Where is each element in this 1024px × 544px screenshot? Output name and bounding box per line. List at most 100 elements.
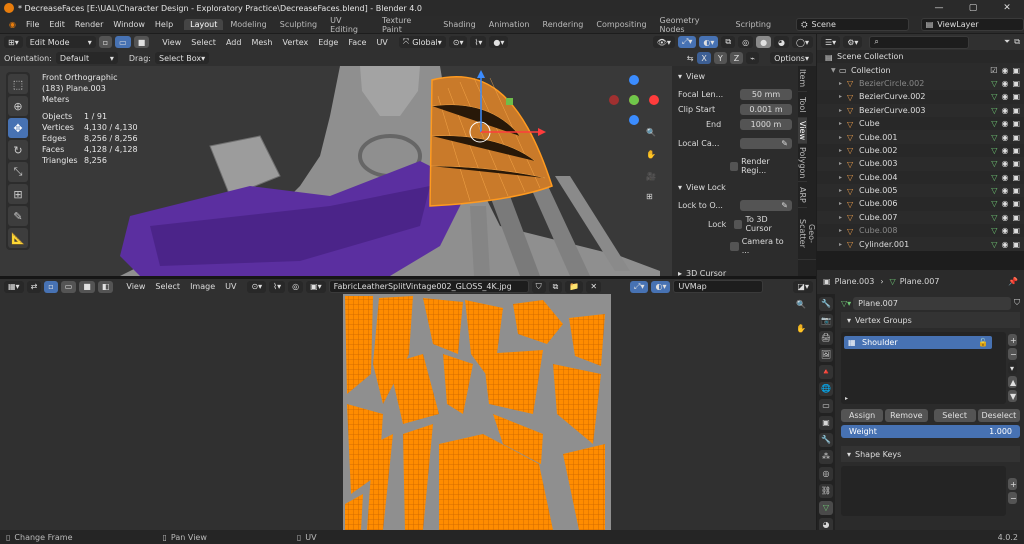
uv-menu-image[interactable]: Image bbox=[185, 282, 220, 291]
tab-uv-editing[interactable]: UV Editing bbox=[324, 15, 375, 35]
clip-start-field[interactable]: 0.001 m bbox=[740, 104, 792, 115]
image-fake-user-icon[interactable]: ⛉ bbox=[531, 280, 546, 293]
eye-icon[interactable]: ◉ bbox=[1001, 186, 1008, 195]
outliner-item[interactable]: ▸ ▽ Cube.004 ▽ ◉ ▣ bbox=[817, 171, 1024, 184]
viewport-menu-edge[interactable]: Edge bbox=[313, 38, 343, 47]
uv-pan-hand-icon[interactable]: ✋ bbox=[796, 324, 806, 333]
snap-icon[interactable]: ⌇▾ bbox=[470, 36, 487, 48]
transform-tool-icon[interactable]: ⊞ bbox=[8, 184, 28, 204]
grid-view-icon[interactable]: ⊞ bbox=[646, 192, 653, 201]
tab-view[interactable]: View bbox=[798, 118, 807, 144]
camera-to-view-checkbox[interactable] bbox=[730, 241, 739, 251]
shading-rendered-icon[interactable]: ◯▾ bbox=[792, 36, 813, 48]
tab-item[interactable]: Item bbox=[798, 66, 807, 92]
menu-help[interactable]: Help bbox=[150, 20, 178, 29]
tab-texture-paint[interactable]: Texture Paint bbox=[376, 15, 436, 35]
camera-icon[interactable]: ▣ bbox=[1012, 226, 1020, 235]
image-name-field[interactable]: FabricLeatherSplitVintage002_GLOSS_4K.jp… bbox=[328, 280, 529, 293]
menu-render[interactable]: Render bbox=[70, 20, 108, 29]
camera-icon[interactable]: ▣ bbox=[1012, 92, 1020, 101]
eye-icon[interactable]: ◉ bbox=[1001, 199, 1008, 208]
mesh-name-field[interactable]: Plane.007 bbox=[853, 296, 1011, 310]
editor-type-button[interactable]: ⊞▾ bbox=[4, 36, 23, 48]
lock-to-cursor-checkbox[interactable] bbox=[734, 219, 743, 229]
outliner-item[interactable]: ▸ ▽ Cube.008 ▽ ◉ ▣ bbox=[817, 224, 1024, 237]
eye-icon[interactable]: ◉ bbox=[1001, 146, 1008, 155]
rotate-tool-icon[interactable]: ↻ bbox=[8, 140, 28, 160]
outliner-item[interactable]: ▸ ▽ Cube.007 ▽ ◉ ▣ bbox=[817, 210, 1024, 225]
list-expand-icon[interactable]: ▸ bbox=[845, 395, 848, 402]
viewport-menu-view[interactable]: View bbox=[157, 38, 186, 47]
zoom-icon[interactable]: 🔍 bbox=[646, 128, 656, 137]
collection-checkbox[interactable]: ☑ bbox=[990, 66, 997, 75]
maximize-icon[interactable]: ▢ bbox=[956, 3, 990, 13]
uv-sync-icon[interactable]: ⇄ bbox=[26, 280, 42, 293]
vertex-group-remove-button[interactable]: − bbox=[1008, 348, 1017, 360]
pan-hand-icon[interactable]: ✋ bbox=[646, 150, 656, 159]
scale-tool-icon[interactable]: ⤡ bbox=[8, 162, 28, 182]
camera-icon[interactable]: ▣ bbox=[1012, 79, 1020, 88]
uv-editor-canvas[interactable]: 🔍 ✋ bbox=[0, 294, 816, 530]
move-tool-icon[interactable]: ✥ bbox=[8, 118, 28, 138]
outliner-display-mode[interactable]: ⚙▾ bbox=[843, 36, 863, 48]
uvmap-field[interactable]: UVMap bbox=[673, 280, 764, 293]
camera-icon[interactable]: ▣ bbox=[1012, 119, 1020, 128]
outliner-item[interactable]: ▸ ▽ Cube.001 ▽ ◉ ▣ bbox=[817, 130, 1024, 144]
view-object-types-icon[interactable]: 👁▾ bbox=[652, 36, 675, 48]
tab-sculpting[interactable]: Sculpting bbox=[274, 19, 323, 30]
tab-rendering[interactable]: Rendering bbox=[537, 19, 590, 30]
assign-button[interactable]: Assign bbox=[841, 409, 884, 422]
viewport-menu-face[interactable]: Face bbox=[343, 38, 371, 47]
vertex-group-lock-icon[interactable]: 🔓 bbox=[978, 336, 988, 349]
move-down-icon[interactable]: ▼ bbox=[1008, 390, 1017, 402]
vertex-group-specials-icon[interactable]: ▾ bbox=[1008, 362, 1017, 374]
outliner-item[interactable]: ▸ ▽ BezierCurve.002 ▽ ◉ ▣ bbox=[817, 90, 1024, 103]
proportional-edit-icon[interactable]: ●▾ bbox=[489, 36, 509, 48]
eye-icon[interactable]: ◉ bbox=[1001, 173, 1008, 182]
camera-icon[interactable]: ▣ bbox=[1012, 133, 1020, 142]
camera-icon[interactable]: ▣ bbox=[1012, 186, 1020, 195]
outliner-scene-collection[interactable]: ▤ Scene Collection bbox=[817, 50, 1024, 63]
blender-menu-icon[interactable]: ◉ bbox=[4, 20, 21, 29]
tab-tool[interactable]: Tool bbox=[798, 92, 807, 118]
view-layer-props-icon[interactable]: 🖼 bbox=[819, 348, 833, 362]
uv-gizmo-icon[interactable]: ⤢▾ bbox=[630, 280, 649, 293]
scene-props-icon[interactable]: 🔺 bbox=[819, 365, 833, 379]
new-collection-icon[interactable]: ⧉ bbox=[1014, 37, 1020, 47]
uv-menu-view[interactable]: View bbox=[121, 282, 150, 291]
eye-icon[interactable]: ◉ bbox=[1001, 66, 1008, 75]
lock-to-object-field[interactable]: ✎ bbox=[740, 200, 792, 211]
shape-key-add-button[interactable]: + bbox=[1008, 478, 1017, 490]
camera-icon[interactable]: ▣ bbox=[1012, 66, 1020, 75]
image-browse-icon[interactable]: ▣▾ bbox=[306, 280, 326, 293]
gizmo-toggle-icon[interactable]: ⤢▾ bbox=[677, 36, 697, 48]
shading-solid-icon[interactable]: ● bbox=[756, 36, 772, 48]
eye-icon[interactable]: ◉ bbox=[1001, 119, 1008, 128]
image-unlink-icon[interactable]: ✕ bbox=[586, 280, 602, 293]
camera-icon[interactable]: ▣ bbox=[1012, 159, 1020, 168]
vertex-group-item[interactable]: ▦ Shoulder 🔓 bbox=[844, 336, 992, 349]
uv-edge-select-icon[interactable]: ▭ bbox=[60, 280, 77, 293]
tab-scripting[interactable]: Scripting bbox=[730, 19, 778, 30]
eye-icon[interactable]: ◉ bbox=[1001, 226, 1008, 235]
focal-length-field[interactable]: 50 mm bbox=[740, 89, 792, 100]
camera-icon[interactable]: ▣ bbox=[1012, 240, 1020, 249]
outliner-item[interactable]: ▸ ▽ Cube ▽ ◉ ▣ bbox=[817, 117, 1024, 130]
render-props-icon[interactable]: 📷 bbox=[819, 314, 833, 328]
vertex-groups-panel-header[interactable]: ▾ Vertex Groups bbox=[841, 312, 1020, 328]
outliner-collection[interactable]: ▼ ▭ Collection ☑ ◉ ▣ bbox=[817, 63, 1024, 77]
tab-animation[interactable]: Animation bbox=[483, 19, 536, 30]
uv-vertex-select-icon[interactable]: ▫ bbox=[44, 280, 58, 293]
clip-end-field[interactable]: 1000 m bbox=[740, 119, 792, 130]
modifier-props-icon[interactable]: 🔧 bbox=[819, 433, 833, 447]
minimize-icon[interactable]: — bbox=[922, 3, 956, 13]
vertex-select-button[interactable]: ▫ bbox=[98, 36, 113, 48]
outliner-editor-type[interactable]: ☰▾ bbox=[821, 36, 841, 48]
viewport-menu-add[interactable]: Add bbox=[221, 38, 247, 47]
shape-key-remove-button[interactable]: − bbox=[1008, 492, 1017, 504]
viewport-menu-vertex[interactable]: Vertex bbox=[278, 38, 314, 47]
uv-snap-icon[interactable]: ⌇▾ bbox=[269, 280, 286, 293]
camera-view-icon[interactable]: 🎥 bbox=[646, 172, 656, 181]
pivot-icon[interactable]: ⊙▾ bbox=[448, 36, 468, 48]
deselect-button[interactable]: Deselect bbox=[977, 409, 1020, 422]
